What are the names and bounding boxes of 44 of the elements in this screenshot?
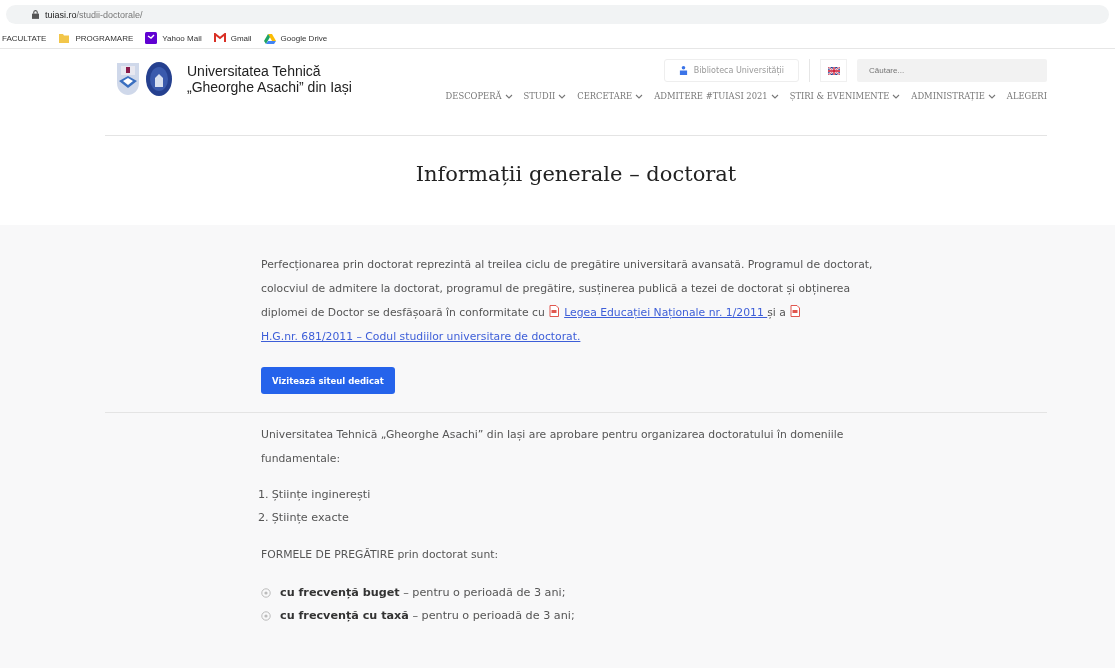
search-field[interactable]: Căutare...	[857, 59, 1047, 82]
bookmark-link[interactable]: PROGRAMARE	[75, 33, 134, 43]
bookmark-link[interactable]: Gmail	[230, 33, 252, 43]
lock-icon	[32, 10, 39, 19]
domains-paragraph: Universitatea Tehnică „Gheorghe Asachi” din Iași are aprobare pentru organizarea doctoratului în domeniile fundamentale:	[261, 427, 845, 467]
bookmark-link[interactable]: Yahoo Mail	[162, 33, 202, 43]
mail-icon	[213, 33, 226, 43]
library-button[interactable]: Biblioteca Universității	[663, 59, 799, 82]
document-link[interactable]: Legea Educației Naționale nr. 1/2011	[564, 306, 768, 319]
forms-heading: FORMELE DE PREGĂTIRE prin doctorat sunt:	[261, 547, 500, 563]
list-item: cu frecvență cu taxă – pentru o perioadă de 3 ani;	[280, 608, 575, 624]
bullet-icon	[261, 610, 271, 621]
university-logo-drawing	[115, 61, 175, 97]
nav-link[interactable]: ȘTIRI & EVENIMENTE	[789, 91, 901, 101]
list-item: Științe inginerești	[271, 487, 371, 503]
university-name: „Gheorghe Asachi” din Iași	[187, 79, 352, 95]
university-name: Universitatea Tehnică	[187, 63, 322, 79]
nav-link[interactable]: ADMINISTRAȚIE	[911, 91, 996, 101]
pdf-file-icon	[549, 305, 560, 317]
list-item: cu frecvență buget – pentru o perioadă de 3 ani;	[280, 585, 566, 601]
triangle-drive-icon	[263, 32, 276, 44]
library-icon	[678, 65, 688, 76]
folder-icon	[58, 32, 71, 44]
language-button[interactable]	[820, 59, 847, 82]
visit-site-button[interactable]: Vizitează siteul dedicat	[261, 367, 395, 394]
nav-link[interactable]: DESCOPERĂ	[445, 91, 513, 101]
page-title: Informații generale – doctorat	[414, 162, 738, 188]
nav-link[interactable]: ADMITERE #TUIASI 2021	[654, 91, 779, 101]
document-link[interactable]: H.G.nr. 681/2011 – Codul studiilor universitare de doctorat.	[261, 330, 581, 343]
bookmark-link[interactable]: FACULTATE	[2, 33, 47, 43]
list-number: 1.	[258, 487, 269, 503]
nav-link[interactable]: CERCETARE	[577, 91, 644, 101]
nav-link[interactable]: ALEGERI	[1006, 91, 1047, 101]
uk-flag-icon	[827, 66, 840, 75]
yahoo-icon	[145, 32, 158, 44]
bullet-icon	[261, 587, 271, 598]
address-bar[interactable]: tuiasi.ro/studii-doctorale/	[6, 5, 1109, 24]
nav-link[interactable]: STUDII	[523, 91, 567, 101]
pdf-file-icon	[790, 305, 801, 317]
url-text: tuiasi.ro/studii-doctorale/	[45, 9, 143, 20]
intro-paragraph: Perfecționarea prin doctorat reprezintă al treilea ciclu de pregătire universitară avansată. Programul de doctorat, colocviul de admitere la doctorat, programul de pregătire, susținerea publică a tezei de doctorat și obținerea diplomei de Doctor se desfășoară în conformitate cu Legea Educației Naționale nr. 1/2011 și a H.G.nr. 681/2011 – Codul studiilor universitare de doctorat.	[261, 257, 874, 345]
list-item: Științe exacte	[271, 510, 349, 526]
bookmark-link[interactable]: Google Drive	[280, 33, 328, 43]
list-number: 2.	[258, 510, 269, 526]
